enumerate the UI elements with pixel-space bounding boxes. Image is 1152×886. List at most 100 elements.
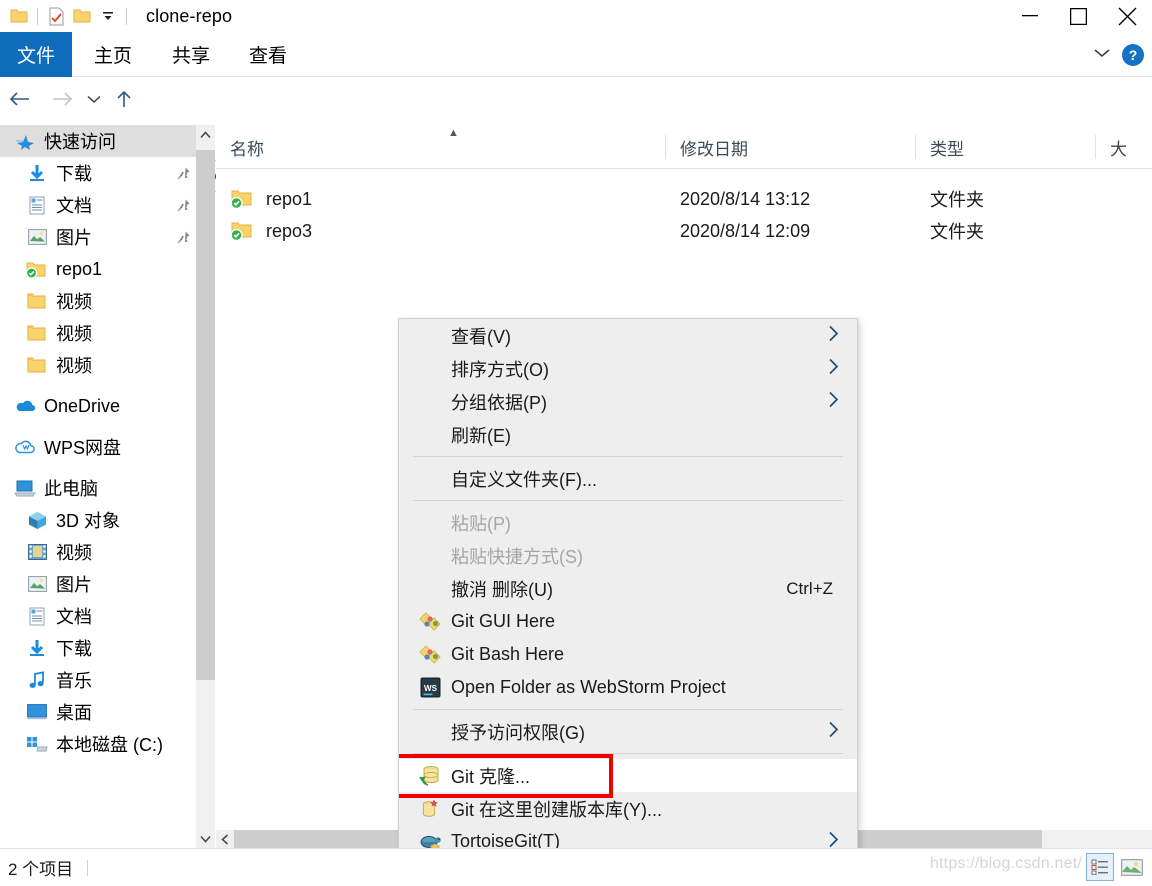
sidebar-item-11[interactable]: 3D 对象 <box>0 504 196 536</box>
sidebar-item-13[interactable]: 图片 <box>0 568 196 600</box>
window-controls <box>1005 0 1152 32</box>
sidebar-item-17[interactable]: 桌面 <box>0 696 196 728</box>
menu-item-wrapper: Git GUI Here <box>399 605 857 638</box>
quick-access-toolbar <box>0 0 132 32</box>
customize-qat-icon[interactable] <box>95 3 121 29</box>
back-button[interactable] <box>6 85 34 113</box>
menu-item-3[interactable]: 刷新(E) <box>399 418 857 451</box>
menu-item-1[interactable]: 排序方式(O) <box>399 352 857 385</box>
sidebar-item-0[interactable]: 快速访问 <box>0 125 196 157</box>
document-icon <box>24 196 50 215</box>
scroll-up-icon[interactable] <box>196 125 215 144</box>
scroll-down-icon[interactable] <box>196 829 215 848</box>
folder-icon <box>24 324 50 342</box>
minimize-button[interactable] <box>1005 0 1054 32</box>
music-icon <box>24 671 50 689</box>
sidebar-item-label: 快速访问 <box>44 132 116 152</box>
status-bar: 2 个项目 <box>0 848 1152 886</box>
column-header-size[interactable]: 大 <box>1096 125 1152 169</box>
close-button[interactable] <box>1103 0 1152 32</box>
sidebar-item-2[interactable]: 文档 <box>0 189 196 221</box>
help-icon[interactable]: ? <box>1122 43 1144 66</box>
details-view-button[interactable] <box>1086 853 1114 881</box>
up-button[interactable] <box>110 85 138 113</box>
scroll-left-icon[interactable] <box>216 830 234 848</box>
column-header-type[interactable]: 类型 <box>916 125 1096 169</box>
scrollbar-thumb[interactable] <box>196 150 215 680</box>
tab-file[interactable]: 文件 <box>0 32 72 77</box>
sidebar-item-1[interactable]: 下载 <box>0 157 196 189</box>
videos-icon <box>24 544 50 560</box>
sidebar-item-9[interactable]: WPS网盘 <box>0 431 196 463</box>
menu-item-wrapper: Git Bash Here <box>399 638 857 671</box>
webstorm-icon: WS <box>415 677 445 698</box>
sidebar-item-6[interactable]: 视频 <box>0 317 196 349</box>
maximize-button[interactable] <box>1054 0 1103 32</box>
sidebar-item-8[interactable]: OneDrive <box>0 390 196 422</box>
wps-cloud-icon <box>12 440 38 455</box>
menu-item-5[interactable]: 自定义文件夹(F)... <box>399 462 857 495</box>
column-headers: ▲ 名称 修改日期 类型 大 <box>216 125 1152 169</box>
sidebar-item-7[interactable]: 视频 <box>0 349 196 381</box>
menu-item-17[interactable]: Git 在这里创建版本库(Y)... <box>399 792 857 825</box>
menu-item-12[interactable]: WS Open Folder as WebStorm Project <box>399 671 857 704</box>
pin-icon[interactable] <box>170 198 196 213</box>
pin-star-icon <box>12 132 38 150</box>
table-row[interactable]: repo1 2020/8/14 13:12 文件夹 <box>216 183 1152 215</box>
nav-group-gap <box>0 463 196 472</box>
menu-item-11[interactable]: Git Bash Here <box>399 638 857 671</box>
menu-item-wrapper: 粘贴快捷方式(S) <box>399 539 857 572</box>
git-clone-icon <box>415 765 445 786</box>
column-header-date[interactable]: 修改日期 <box>666 125 916 169</box>
sidebar-item-4[interactable]: repo1 <box>0 253 196 285</box>
ribbon-right-controls: ? <box>1092 32 1144 77</box>
sidebar-item-label: OneDrive <box>44 395 121 416</box>
large-icons-view-button[interactable] <box>1118 853 1146 881</box>
menu-separator <box>413 456 843 457</box>
sidebar-item-14[interactable]: 文档 <box>0 600 196 632</box>
context-menu[interactable]: 查看(V) 排序方式(O) 分组依据(P) 刷新(E) 自定义文件夹(F)... 粘贴(P… <box>398 318 858 886</box>
menu-separator <box>413 753 843 754</box>
tab-share[interactable]: 共享 <box>162 32 220 77</box>
pictures-icon <box>24 576 50 592</box>
properties-icon[interactable] <box>43 3 69 29</box>
sidebar-item-15[interactable]: 下载 <box>0 632 196 664</box>
navigation-pane-scrollbar[interactable] <box>196 125 215 848</box>
file-rows: repo1 2020/8/14 13:12 文件夹 repo3 2020/8/14 12… <box>216 169 1152 247</box>
menu-item-16[interactable]: Git 克隆... <box>399 759 857 792</box>
menu-item-0[interactable]: 查看(V) <box>399 319 857 352</box>
sidebar-item-16[interactable]: 音乐 <box>0 664 196 696</box>
chevron-right-icon <box>828 721 839 743</box>
sidebar-item-label: 视频 <box>56 324 92 344</box>
forward-button[interactable] <box>48 85 76 113</box>
tab-home[interactable]: 主页 <box>84 32 142 77</box>
sidebar-item-10[interactable]: 此电脑 <box>0 472 196 504</box>
menu-item-wrapper: Git 克隆... <box>399 754 857 798</box>
sidebar-item-label: 视频 <box>56 543 92 563</box>
menu-item-9[interactable]: 撤消 删除(U) Ctrl+Z <box>399 572 857 605</box>
menu-item-14[interactable]: 授予访问权限(G) <box>399 715 857 748</box>
folder-icon[interactable] <box>6 3 32 29</box>
chevron-down-icon[interactable] <box>1092 46 1112 64</box>
menu-item-10[interactable]: Git GUI Here <box>399 605 857 638</box>
tab-view[interactable]: 查看 <box>239 32 297 77</box>
navigation-pane[interactable]: 快速访问 下载 文档 图片 repo1 视频 视频 视频 OneDrive WPS网盘 此电脑 3D … <box>0 125 196 848</box>
sidebar-item-12[interactable]: 视频 <box>0 536 196 568</box>
sidebar-item-label: 音乐 <box>56 671 92 691</box>
sidebar-item-5[interactable]: 视频 <box>0 285 196 317</box>
column-header-name[interactable]: ▲ 名称 <box>216 125 666 169</box>
table-row[interactable]: repo3 2020/8/14 12:09 文件夹 <box>216 215 1152 247</box>
address-bar: ❯ repository ❯ clone-repo ❯ 搜索"clone-rep… <box>0 77 1152 192</box>
menu-item-wrapper: 分组依据(P) <box>399 385 857 418</box>
recent-locations-button[interactable] <box>84 85 104 113</box>
new-folder-icon[interactable] <box>69 3 95 29</box>
pin-icon[interactable] <box>170 166 196 181</box>
title-bar: clone-repo <box>0 0 1152 32</box>
sidebar-item-18[interactable]: 本地磁盘 (C:) <box>0 728 196 760</box>
pin-icon[interactable] <box>170 230 196 245</box>
menu-item-8: 粘贴快捷方式(S) <box>399 539 857 572</box>
download-icon <box>24 164 50 182</box>
menu-item-2[interactable]: 分组依据(P) <box>399 385 857 418</box>
git-create-repo-icon <box>415 798 445 819</box>
sidebar-item-3[interactable]: 图片 <box>0 221 196 253</box>
